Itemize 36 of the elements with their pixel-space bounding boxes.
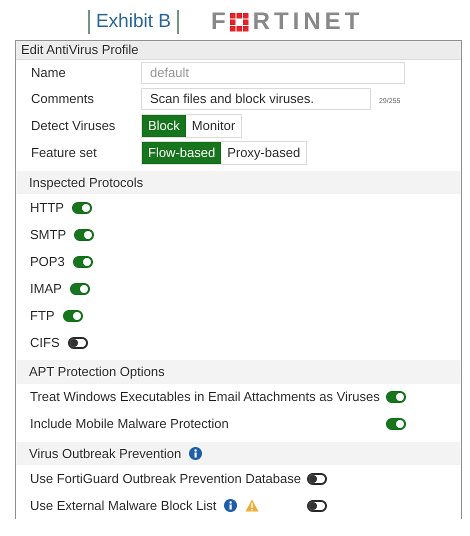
toggle-switch[interactable] bbox=[72, 256, 93, 268]
field-label: Detect Viruses bbox=[31, 118, 116, 134]
toggle-switch[interactable] bbox=[68, 336, 88, 349]
section-title: Virus Outbreak Prevention bbox=[29, 446, 182, 462]
toggle-switch[interactable] bbox=[62, 310, 83, 322]
option-label: Include Mobile Malware Protection bbox=[30, 416, 229, 432]
toggle-switch[interactable] bbox=[386, 391, 406, 404]
toggle-switch[interactable] bbox=[386, 418, 406, 430]
field-label: Comments bbox=[31, 91, 95, 107]
segment-option[interactable]: Block bbox=[142, 115, 186, 138]
toggle-switch[interactable] bbox=[70, 282, 90, 295]
logo-mark-icon bbox=[230, 12, 249, 32]
toggle-switch[interactable] bbox=[306, 500, 327, 512]
exhibit-label: Exhibit B bbox=[88, 10, 179, 34]
segment-option[interactable]: Flow-based bbox=[142, 142, 222, 164]
toggle-switch[interactable] bbox=[74, 228, 94, 241]
section-title: APT Protection Options bbox=[29, 364, 165, 380]
field-label: Name bbox=[31, 64, 67, 80]
option-label: CIFS bbox=[30, 334, 60, 350]
option-label: POP3 bbox=[30, 254, 65, 270]
option-label: Use FortiGuard Outbreak Prevention Database bbox=[30, 471, 301, 487]
comments-field[interactable]: Scan files and block viruses. bbox=[141, 88, 371, 110]
toggle-switch[interactable] bbox=[72, 202, 92, 214]
option-label: SMTP bbox=[30, 226, 66, 242]
name-field: default bbox=[141, 62, 405, 84]
toggle-switch[interactable] bbox=[306, 472, 327, 485]
option-label: Use External Malware Block List bbox=[30, 498, 216, 514]
section-title: Inspected Protocols bbox=[29, 174, 144, 190]
option-label: FTP bbox=[30, 308, 55, 324]
option-label: Treat Windows Executables in Email Attachments as Viruses bbox=[30, 389, 380, 406]
panel-title: Edit AntiVirus Profile bbox=[16, 41, 461, 60]
option-label: IMAP bbox=[30, 280, 62, 296]
option-label: HTTP bbox=[30, 200, 64, 216]
field-label: Feature set bbox=[31, 145, 98, 161]
logo-text: RTINET bbox=[252, 10, 364, 34]
logo-text: F bbox=[210, 10, 230, 34]
